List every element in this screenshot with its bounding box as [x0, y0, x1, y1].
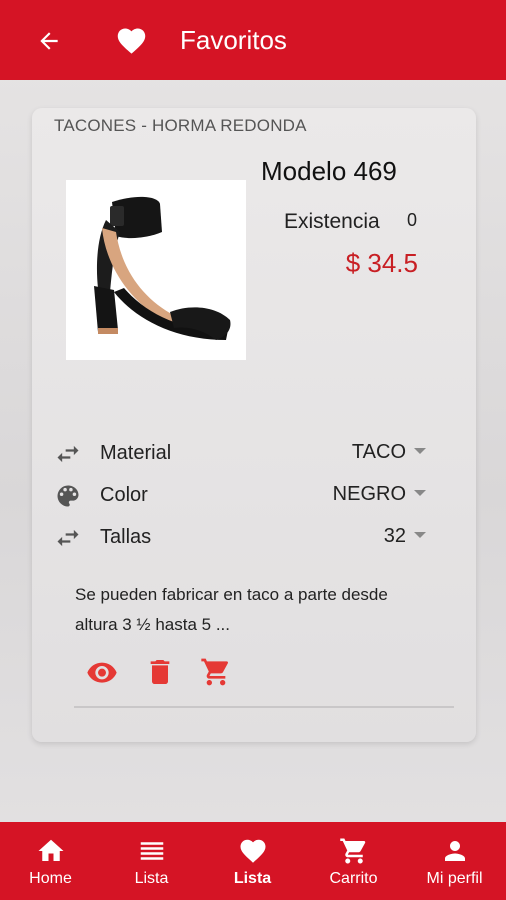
cart-icon [340, 838, 366, 864]
nav-home[interactable]: Home [0, 822, 101, 900]
product-image[interactable] [66, 180, 246, 360]
color-selector[interactable]: Color NEGRO [52, 480, 428, 512]
product-category: TACONES - HORMA REDONDA [54, 116, 307, 135]
page-title: Favoritos [180, 25, 287, 55]
nav-favorites[interactable]: Lista [202, 822, 303, 900]
favorite-product-card: TACONES - HORMA REDONDA Modelo 469 Exist… [32, 108, 476, 742]
nav-list[interactable]: Lista [101, 822, 202, 900]
nav-label: Carrito [329, 870, 378, 887]
heart-icon [240, 839, 266, 863]
cart-icon[interactable] [200, 656, 232, 688]
nav-cart[interactable]: Carrito [303, 822, 404, 900]
size-selector[interactable]: Tallas 32 [52, 522, 428, 554]
nav-label: Home [29, 870, 72, 887]
palette-icon [57, 485, 79, 507]
material-selector[interactable]: Material TACO [52, 438, 428, 470]
back-arrow-icon[interactable] [36, 28, 62, 54]
person-icon [445, 841, 465, 861]
material-label: Material [100, 442, 172, 464]
list-icon [140, 842, 164, 860]
product-price: $ 34.5 [345, 248, 418, 278]
swap-arrows-icon [57, 445, 79, 463]
bottom-navigation: Home Lista Lista Carrito Mi perfil [0, 822, 506, 900]
stock-value: 0 [407, 210, 418, 230]
app-bar: Favoritos [0, 0, 506, 80]
product-description: Se pueden fabricar en taco a parte desde… [75, 585, 388, 634]
product-model: Modelo 469 [261, 156, 397, 186]
heart-icon [117, 28, 146, 54]
stock-label: Existencia [284, 210, 380, 233]
color-value: NEGRO [332, 483, 406, 505]
eye-icon[interactable] [86, 656, 118, 688]
trash-icon[interactable] [144, 656, 176, 688]
home-icon [38, 839, 64, 861]
divider [74, 706, 454, 708]
material-value: TACO [351, 441, 406, 463]
swap-arrows-icon [57, 529, 79, 547]
size-label: Tallas [100, 526, 152, 548]
color-label: Color [100, 484, 148, 506]
size-value: 32 [383, 525, 406, 547]
chevron-down-icon [414, 448, 426, 454]
chevron-down-icon [414, 532, 426, 538]
nav-label: Mi perfil [426, 870, 483, 887]
nav-label: Lista [134, 870, 169, 887]
nav-profile[interactable]: Mi perfil [404, 822, 505, 900]
nav-label: Lista [233, 870, 272, 887]
chevron-down-icon [414, 490, 426, 496]
